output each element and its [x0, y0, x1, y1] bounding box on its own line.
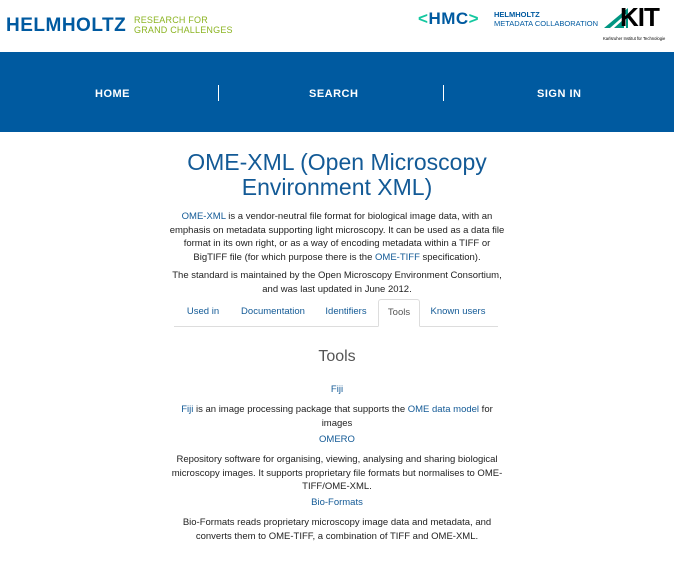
kit-logo-subtitle: Karlsruher Institut für Technologie	[603, 36, 666, 41]
nav-sign-in[interactable]: SIGN IN	[537, 88, 581, 100]
kit-logo[interactable]: KIT Karlsruher Institut für Technologie	[600, 2, 672, 44]
tab-bar: Used in Documentation Identifiers Tools …	[174, 299, 504, 327]
hmc-tagline: HELMHOLTZ METADATA COLLABORATION	[494, 10, 598, 28]
nav-home[interactable]: HOME	[95, 88, 130, 100]
tool-omero-description: Repository software for organising, view…	[171, 454, 503, 492]
kit-logo-text: KIT	[620, 2, 660, 32]
nav-separator	[218, 85, 219, 101]
maintenance-info: The standard is maintained by the Open M…	[172, 270, 502, 295]
tab-documentation[interactable]: Documentation	[232, 299, 314, 325]
page-title-line2: Environment XML)	[241, 174, 433, 200]
fiji-inline-link[interactable]: Fiji	[181, 404, 193, 415]
tab-tools[interactable]: Tools	[378, 299, 420, 327]
fiji-description-text: is an image processing package that supp…	[193, 404, 408, 415]
description-text-end: specification).	[419, 251, 481, 263]
hmc-tagline-line1: HELMHOLTZ	[494, 10, 540, 19]
page-title-line1: OME-XML (Open Microscopy	[187, 149, 487, 175]
hmc-logo-text: HMC	[428, 9, 469, 28]
tool-omero-title[interactable]: OMERO	[319, 434, 355, 445]
helmholtz-logo[interactable]: HELMHOLTZ	[6, 15, 126, 37]
ome-data-model-link[interactable]: OME data model	[408, 404, 479, 415]
tab-known-users[interactable]: Known users	[420, 299, 496, 325]
helmholtz-tagline-line1: RESEARCH FOR	[134, 15, 208, 25]
ome-tiff-link[interactable]: OME-TIFF	[375, 252, 420, 263]
tool-fiji-description: Fiji is an image processing package that…	[166, 403, 508, 430]
hmc-logo[interactable]: <HMC>	[418, 9, 479, 29]
hmc-tagline-line2: METADATA COLLABORATION	[494, 19, 599, 28]
tool-omero-link: OMERO	[0, 434, 674, 445]
standard-description: OME-XML is a vendor-neutral file format …	[166, 210, 508, 264]
helmholtz-tagline-line2: GRAND CHALLENGES	[134, 25, 233, 35]
tool-fiji-link: Fiji	[0, 384, 674, 395]
tool-bioformats-title[interactable]: Bio-Formats	[311, 497, 363, 508]
tool-fiji-title[interactable]: Fiji	[331, 384, 343, 395]
tools-heading: Tools	[318, 348, 356, 365]
page-title: OME-XML (Open Microscopy Environment XML…	[0, 150, 674, 200]
tool-bioformats-link: Bio-Formats	[0, 497, 674, 508]
tool-bioformats-description: Bio-Formats reads proprietary microscopy…	[182, 517, 492, 542]
main-nav: HOME SEARCH SIGN IN	[0, 52, 674, 132]
tab-used-in[interactable]: Used in	[174, 299, 232, 325]
ome-xml-link[interactable]: OME-XML	[182, 211, 226, 222]
top-header: HELMHOLTZ RESEARCH FOR GRAND CHALLENGES …	[0, 0, 674, 52]
nav-search[interactable]: SEARCH	[309, 88, 358, 100]
tab-identifiers[interactable]: Identifiers	[314, 299, 378, 325]
nav-separator	[443, 85, 444, 101]
helmholtz-tagline: RESEARCH FOR GRAND CHALLENGES	[134, 15, 233, 35]
